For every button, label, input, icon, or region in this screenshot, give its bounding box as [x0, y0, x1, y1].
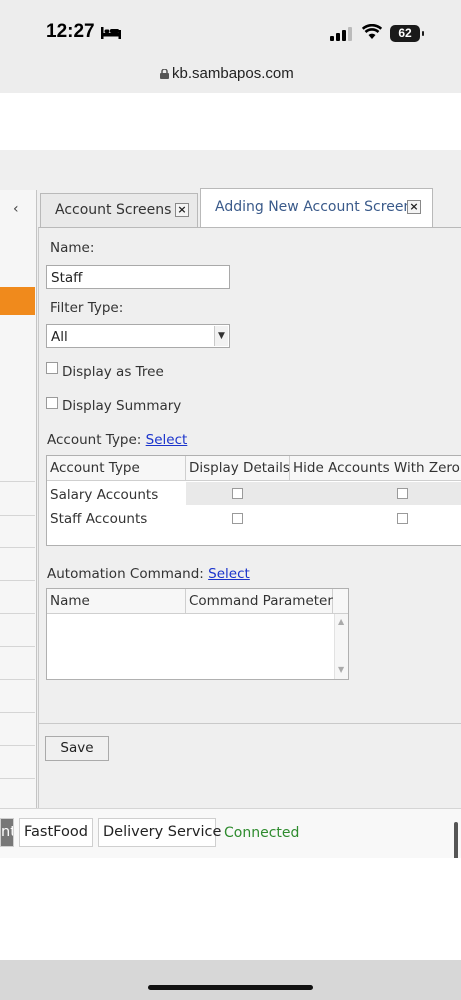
tab-adding-new-account-screen[interactable]: Adding New Account Screen ×	[200, 188, 433, 227]
account-types-grid: Account Type Display Details Hide Accoun…	[46, 455, 461, 546]
column-header[interactable]: Command Parameter	[186, 589, 333, 614]
scroll-down-icon[interactable]: ▼	[338, 665, 344, 674]
filter-type-select[interactable]: All ▼	[46, 324, 230, 348]
column-header[interactable]: Hide Accounts With Zero B	[290, 456, 461, 481]
fastfood-button[interactable]: FastFood	[19, 818, 93, 847]
automation-commands-grid: Name Command Parameter ▲ ▼	[46, 588, 349, 680]
left-panel-divider	[0, 712, 35, 713]
left-panel-divider	[0, 745, 35, 746]
grid-header: Name Command Parameter	[47, 589, 348, 614]
close-icon[interactable]: ×	[407, 200, 421, 214]
name-field[interactable]: Staff	[46, 265, 230, 289]
chevron-down-icon[interactable]: ▼	[214, 326, 228, 346]
left-panel-divider	[0, 481, 35, 482]
status-time: 12:27	[46, 21, 95, 42]
table-row[interactable]: Salary Accounts	[50, 487, 158, 503]
display-details-checkbox[interactable]	[232, 513, 243, 524]
department-button[interactable]: nt	[0, 818, 14, 847]
left-panel-selected-item[interactable]	[0, 287, 35, 315]
automation-command-label: Automation Command: Select	[47, 566, 250, 582]
close-icon[interactable]: ×	[175, 203, 189, 217]
table-row-highlight	[186, 482, 461, 505]
display-summary-checkbox[interactable]	[46, 397, 58, 409]
left-panel-divider	[0, 613, 35, 614]
home-indicator[interactable]	[148, 985, 313, 990]
hide-zero-checkbox[interactable]	[397, 488, 408, 499]
battery-indicator: 62	[390, 25, 424, 42]
account-type-label-text: Account Type:	[47, 432, 142, 448]
delivery-service-button[interactable]: Delivery Service	[98, 818, 221, 847]
hide-zero-checkbox[interactable]	[397, 513, 408, 524]
column-header[interactable]: Name	[47, 589, 186, 614]
name-label: Name:	[50, 240, 95, 256]
left-panel-divider	[0, 515, 35, 516]
column-header[interactable]: Display Details	[186, 456, 290, 481]
home-area	[0, 960, 461, 1000]
grid-header: Account Type Display Details Hide Accoun…	[47, 456, 461, 481]
wifi-icon	[362, 24, 382, 39]
grid-scrollbar[interactable]: ▲ ▼	[334, 614, 348, 679]
page-bottom	[0, 858, 461, 960]
bed-icon	[101, 27, 121, 39]
left-panel-divider	[0, 547, 35, 548]
scroll-up-icon[interactable]: ▲	[338, 617, 344, 626]
left-panel-divider	[0, 778, 35, 779]
display-summary-label: Display Summary	[62, 398, 182, 414]
left-panel	[0, 190, 37, 810]
lock-icon	[160, 69, 169, 79]
filter-type-value: All	[51, 329, 68, 345]
column-header[interactable]: Account Type	[47, 456, 186, 481]
automation-command-select-link[interactable]: Select	[208, 566, 250, 582]
collapse-panel-button[interactable]: ‹	[13, 201, 19, 217]
form-divider	[39, 723, 461, 724]
filter-type-label: Filter Type:	[50, 300, 124, 316]
left-panel-divider	[0, 679, 35, 680]
left-panel-divider	[0, 580, 35, 581]
table-row[interactable]: Staff Accounts	[50, 511, 147, 527]
connection-status: Connected	[224, 825, 300, 841]
tab-label: Account Screens	[55, 202, 172, 218]
display-as-tree-label: Display as Tree	[62, 364, 164, 380]
save-button[interactable]: Save	[45, 736, 109, 761]
account-type-label: Account Type: Select	[47, 432, 187, 448]
account-type-select-link[interactable]: Select	[146, 432, 188, 448]
tab-account-screens[interactable]: Account Screens ×	[40, 193, 198, 227]
automation-command-label-text: Automation Command:	[47, 566, 204, 582]
display-details-checkbox[interactable]	[232, 488, 243, 499]
url-text[interactable]: kb.sambapos.com	[172, 65, 294, 82]
display-as-tree-checkbox[interactable]	[46, 362, 58, 374]
page-spacer	[0, 93, 461, 150]
tab-label: Adding New Account Screen	[215, 199, 413, 215]
left-panel-divider	[0, 646, 35, 647]
signal-icon	[330, 27, 352, 41]
